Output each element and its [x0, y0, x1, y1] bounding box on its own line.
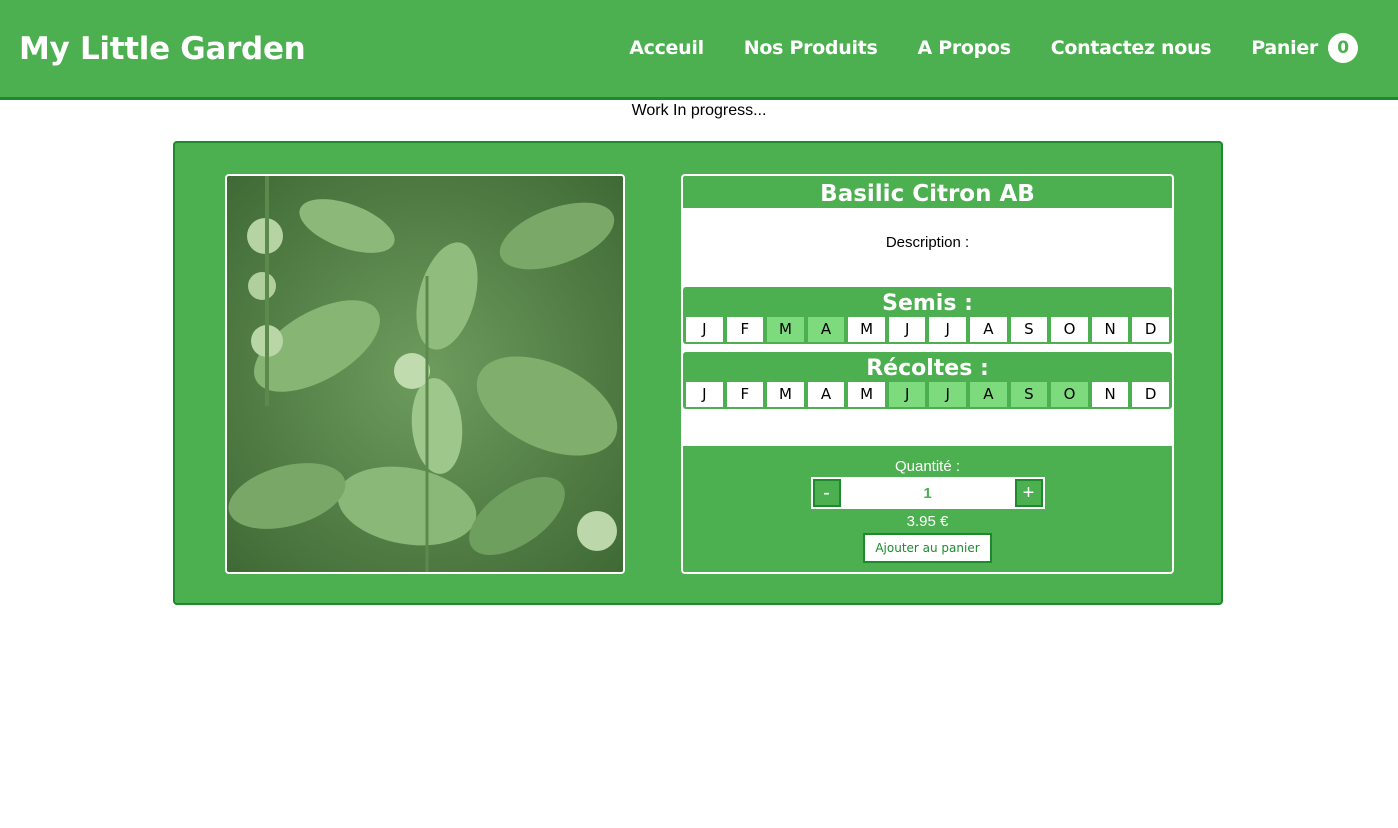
recoltes-month: M [848, 382, 885, 407]
nav-link-contact[interactable]: Contactez nous [1051, 37, 1212, 59]
recoltes-section: Récoltes : J F M A M J J A S O N D [683, 352, 1172, 409]
product-description: Description : [885, 234, 970, 251]
semis-month: A [807, 317, 845, 342]
recoltes-month: A [970, 382, 1007, 407]
recoltes-months: J F M A M J J A S O N D [683, 382, 1172, 407]
cart-label: Panier [1251, 37, 1318, 59]
increase-quantity-button[interactable]: + [1014, 479, 1043, 507]
recoltes-month: J [929, 382, 967, 407]
semis-month: A [970, 317, 1007, 342]
semis-title: Semis : [882, 291, 973, 316]
recoltes-month: J [888, 382, 926, 407]
nav-link-a-propos[interactable]: A Propos [917, 37, 1011, 59]
quantity-label: Quantité : [894, 458, 961, 475]
recoltes-month: A [807, 382, 845, 407]
semis-month: N [1091, 317, 1129, 342]
nav-link-nos-produits[interactable]: Nos Produits [744, 37, 878, 59]
cart-count-badge: 0 [1328, 33, 1358, 63]
product-title: Basilic Citron AB [683, 176, 1172, 208]
semis-month: D [1132, 317, 1169, 342]
recoltes-month: D [1132, 382, 1169, 407]
nav-link-cart[interactable]: Panier 0 [1251, 33, 1358, 63]
site-logo[interactable]: My Little Garden [19, 31, 306, 67]
nav-link-acceuil[interactable]: Acceuil [629, 37, 704, 59]
recoltes-month: M [767, 382, 804, 407]
semis-month: M [848, 317, 885, 342]
quantity-stepper: - 1 + [810, 477, 1045, 509]
recoltes-month: N [1091, 382, 1129, 407]
decrease-quantity-button[interactable]: - [812, 479, 841, 507]
product-card: Basilic Citron AB Description : Semis : … [173, 141, 1223, 605]
recoltes-month: O [1051, 382, 1088, 407]
product-image [225, 174, 625, 574]
main-nav: Acceuil Nos Produits A Propos Contactez … [589, 33, 1358, 63]
work-in-progress-notice: Work In progress... [631, 102, 767, 119]
add-to-cart-button[interactable]: Ajouter au panier [863, 533, 992, 563]
semis-months: J F M A M J J A S O N D [683, 317, 1172, 342]
semis-month: O [1051, 317, 1088, 342]
semis-month: J [686, 317, 723, 342]
semis-month: S [1010, 317, 1048, 342]
site-header: My Little Garden Acceuil Nos Produits A … [0, 0, 1398, 100]
recoltes-month: S [1010, 382, 1048, 407]
recoltes-month: J [686, 382, 723, 407]
purchase-zone: Quantité : - 1 + 3.95 € Ajouter au panie… [683, 446, 1172, 572]
product-info-panel: Basilic Citron AB Description : Semis : … [681, 174, 1174, 574]
recoltes-title: Récoltes : [866, 356, 989, 381]
semis-month: J [929, 317, 967, 342]
product-price: 3.95 € [906, 513, 949, 530]
semis-month: F [726, 317, 764, 342]
quantity-value[interactable]: 1 [923, 485, 931, 502]
recoltes-month: F [726, 382, 764, 407]
semis-section: Semis : J F M A M J J A S O N D [683, 287, 1172, 344]
semis-month: J [888, 317, 926, 342]
semis-month: M [767, 317, 804, 342]
